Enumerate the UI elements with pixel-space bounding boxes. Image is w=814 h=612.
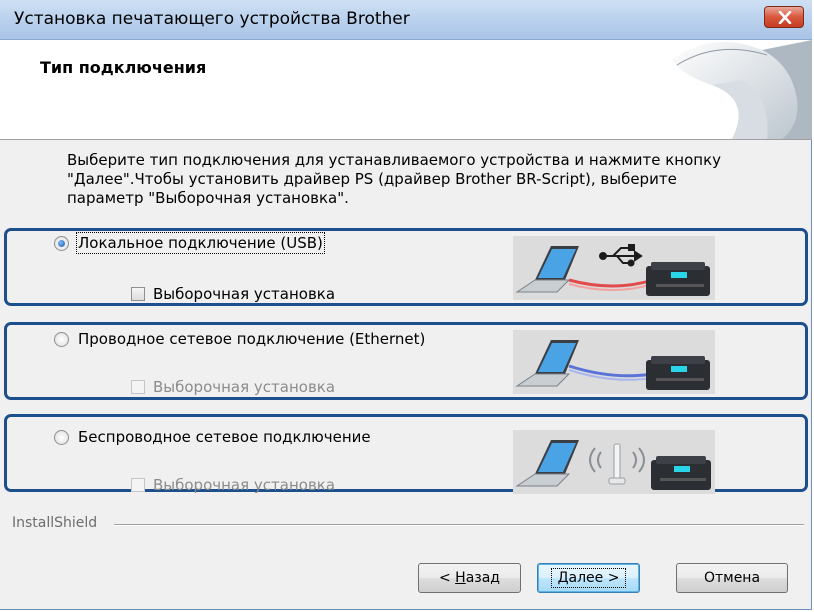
instructions-line-1: Выберите тип подключения для устанавлива… (67, 151, 722, 169)
checkbox-custom-install-ethernet[interactable]: Выборочная установка (131, 378, 335, 396)
ethernet-connection-illustration (513, 330, 715, 394)
title-bar[interactable]: Установка печатающего устройства Brother (0, 0, 812, 40)
radio-selected-indicator[interactable] (54, 235, 69, 251)
header-banner: Тип подключения (0, 40, 812, 140)
checkbox-box[interactable] (131, 380, 145, 394)
radio-indicator[interactable] (54, 331, 69, 347)
page-title: Тип подключения (40, 58, 207, 77)
usb-connection-illustration (513, 236, 715, 300)
radio-wireless-network[interactable]: Беспроводное сетевое подключение (54, 428, 371, 446)
next-button-label: Далее > (550, 568, 627, 588)
back-prefix: < (438, 570, 456, 586)
radio-label: Проводное сетевое подключение (Ethernet) (78, 330, 426, 348)
installer-window: Установка печатающего устройства Brother… (0, 0, 812, 610)
back-button[interactable]: < Назад (418, 563, 521, 593)
close-button[interactable] (764, 6, 804, 28)
radio-local-usb[interactable]: Локальное подключение (USB) (54, 232, 325, 254)
back-hotkey: Н (455, 570, 466, 586)
footer-separator (114, 524, 804, 526)
checkbox-custom-install-wireless[interactable]: Выборочная установка (131, 476, 335, 494)
back-button-label: < Назад (433, 569, 506, 587)
next-button[interactable]: Далее > (537, 563, 640, 593)
installshield-label: InstallShield (12, 515, 98, 531)
radio-label: Локальное подключение (USB) (76, 232, 325, 254)
cancel-button[interactable]: Отмена (676, 563, 788, 593)
instructions-line-3: параметр "Выборочная установка". (67, 189, 349, 207)
radio-indicator[interactable] (54, 429, 69, 445)
window-title: Установка печатающего устройства Brother (14, 9, 410, 29)
radio-label: Беспроводное сетевое подключение (78, 428, 371, 446)
checkbox-box[interactable] (131, 478, 145, 492)
banner-decoration-art (672, 40, 812, 139)
checkbox-label: Выборочная установка (153, 378, 336, 396)
instructions-line-2: "Далее".Чтобы установить драйвер PS (дра… (67, 170, 677, 188)
cancel-button-label: Отмена (703, 570, 761, 586)
checkbox-label: Выборочная установка (153, 285, 336, 303)
close-icon (778, 11, 792, 24)
instructions-text: Выберите тип подключения для устанавлива… (67, 151, 787, 208)
back-rest: азад (465, 570, 500, 586)
checkbox-label: Выборочная установка (153, 476, 336, 494)
checkbox-custom-install-usb[interactable]: Выборочная установка (131, 285, 335, 303)
wireless-connection-illustration (513, 430, 715, 494)
radio-wired-ethernet[interactable]: Проводное сетевое подключение (Ethernet) (54, 330, 425, 348)
checkbox-box[interactable] (131, 287, 145, 301)
